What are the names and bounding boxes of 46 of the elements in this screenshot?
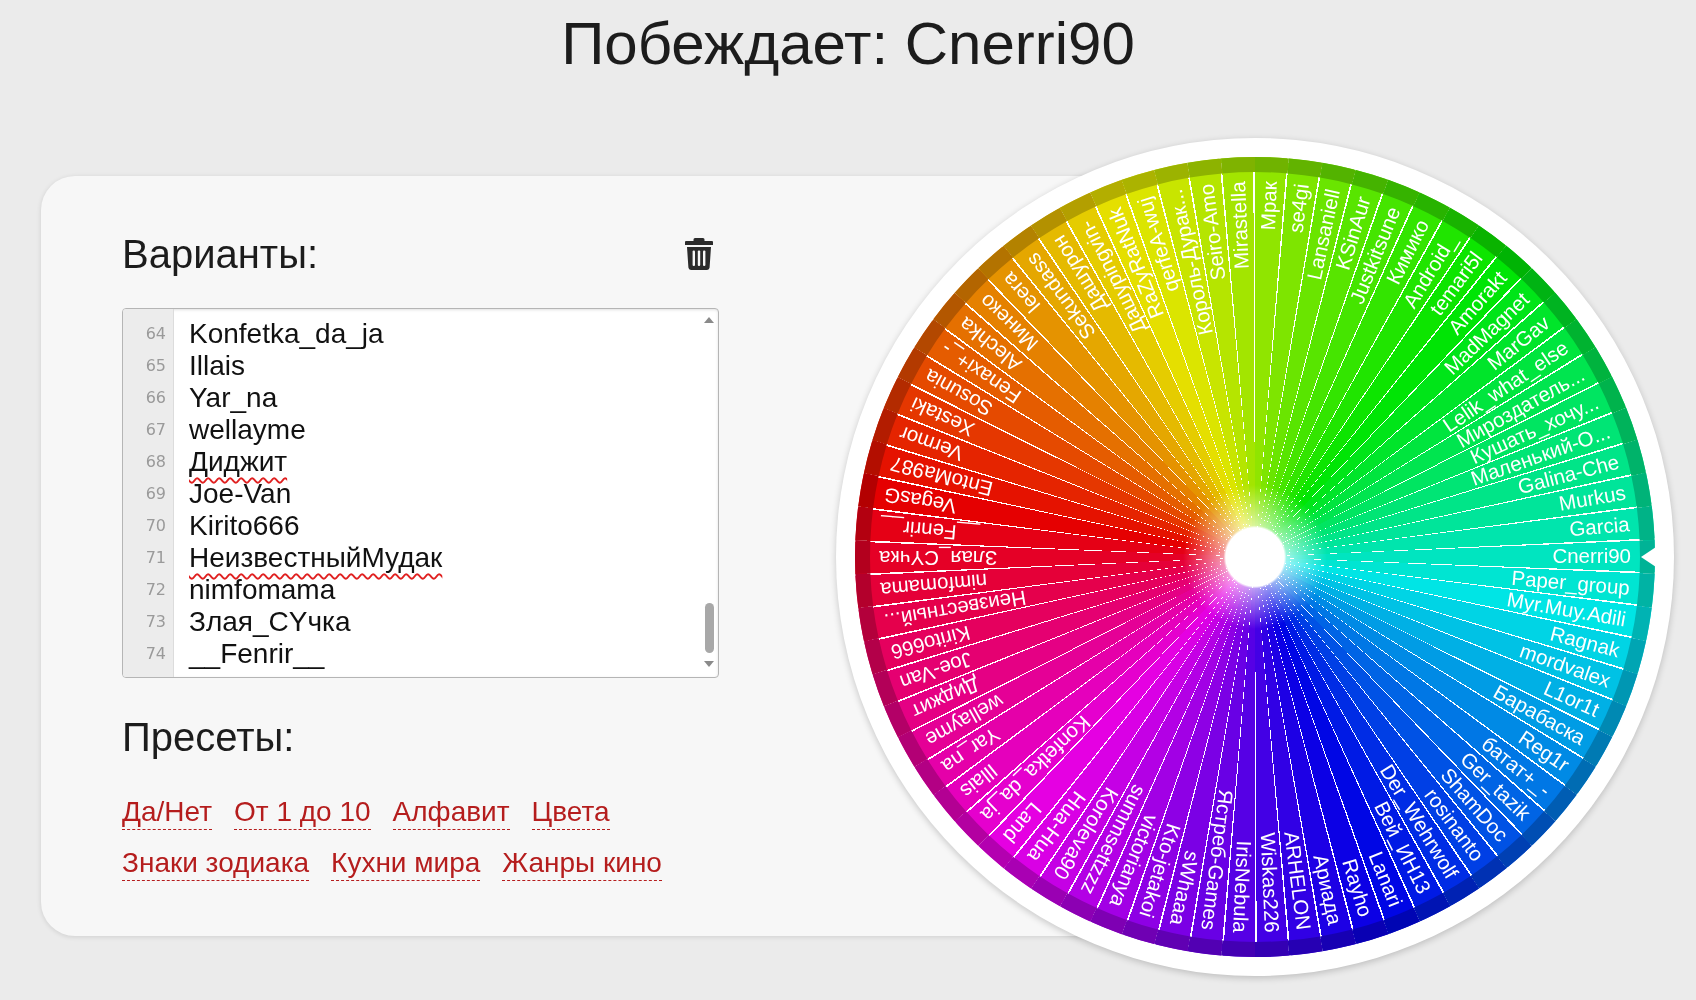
winner-title: Побеждает: Cnerri90	[561, 10, 1135, 78]
segment-label: Мрак	[1255, 180, 1281, 231]
segment-label: __Fenrir__	[879, 515, 980, 547]
option-line: __Fenrir__	[189, 638, 325, 670]
option-line: НеизвестныйМудак	[189, 542, 443, 574]
scroll-up-icon[interactable]	[704, 317, 714, 323]
line-number: 65	[145, 355, 166, 377]
option-line: nimfomama	[189, 574, 336, 606]
line-number: 73	[145, 611, 166, 633]
line-number: 72	[145, 579, 166, 601]
segment-label: IrisNebula	[1229, 840, 1256, 934]
scroll-down-icon[interactable]	[704, 661, 714, 667]
preset-link[interactable]: Алфавит	[392, 795, 510, 830]
presets-heading: Пресеты:	[122, 714, 296, 761]
options-heading: Варианты:	[122, 231, 319, 278]
line-number: 74	[145, 643, 166, 665]
wheel-pointer	[1641, 547, 1656, 567]
trash-icon[interactable]	[685, 238, 713, 270]
options-editor[interactable]: 64 65 66 67 68 69 70 71 72 73 74 Konfetka_da_ja Illais Yar_na wellayme Диджит Joe-Van Kirito666 НеизвестныйМудак nimfomama Злая_СYчка __Fenrir__	[122, 308, 719, 678]
line-number: 64	[145, 323, 166, 345]
option-line: Konfetka_da_ja	[189, 318, 384, 350]
option-line: Yar_na	[189, 382, 278, 414]
segment-label: Wiskas226	[1256, 831, 1284, 934]
line-number: 67	[145, 419, 166, 441]
preset-link[interactable]: Кухни мира	[331, 846, 481, 881]
option-line: Illais	[189, 350, 245, 382]
option-line: Kirito666	[189, 510, 300, 542]
scrollbar-thumb[interactable]	[704, 603, 714, 653]
option-line: Joe-Van	[189, 478, 292, 510]
segment-label: Cnerri90	[1552, 544, 1631, 567]
preset-link[interactable]: Цвета	[531, 795, 610, 830]
option-line: wellayme	[189, 414, 306, 446]
option-line: Диджит	[189, 446, 288, 478]
line-number: 68	[145, 451, 166, 473]
line-number: 69	[145, 483, 166, 505]
preset-link[interactable]: Знаки зодиака	[122, 846, 310, 881]
preset-link[interactable]: Жанры кино	[502, 846, 662, 881]
segment-label: Garcia	[1568, 512, 1631, 541]
line-number: 66	[145, 387, 166, 409]
segment-label: Злая_СYчка	[879, 547, 998, 570]
line-number: 70	[145, 515, 166, 537]
preset-link[interactable]: Да/Нет	[122, 795, 212, 830]
preset-link[interactable]: От 1 до 10	[234, 795, 371, 830]
line-number: 71	[145, 547, 166, 569]
segment-label: Mirastella	[1226, 180, 1253, 270]
option-line: Злая_СYчка	[189, 606, 351, 638]
